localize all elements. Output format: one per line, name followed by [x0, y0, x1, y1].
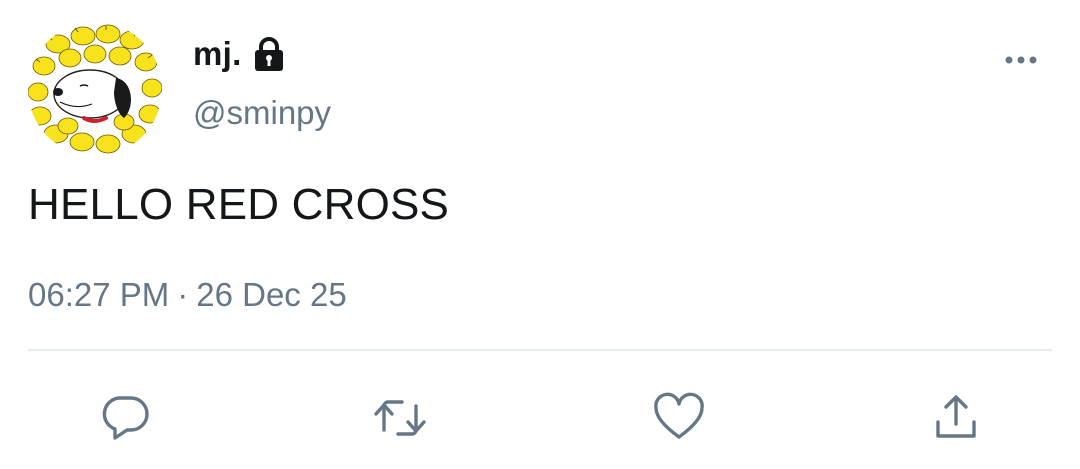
retweet-button[interactable] — [370, 388, 430, 448]
tweet-date: 26 Dec 25 — [196, 276, 347, 313]
reply-button[interactable] — [95, 388, 155, 448]
retweet-icon — [374, 400, 426, 436]
reply-icon — [102, 396, 149, 440]
share-icon — [936, 395, 976, 438]
heart-icon — [654, 392, 704, 439]
divider — [28, 349, 1052, 351]
timestamp-separator: · — [177, 276, 189, 313]
avatar[interactable] — [28, 22, 162, 156]
like-button[interactable] — [649, 388, 709, 448]
tweet-timestamp[interactable]: 06:27 PM · 26 Dec 25 — [28, 276, 347, 314]
display-name[interactable]: mj. — [193, 35, 242, 73]
share-button[interactable] — [926, 388, 986, 448]
tweet-card: mj. @sminpy HELLO RED CROSS 06:27 PM · 2… — [0, 0, 1080, 469]
tweet-time: 06:27 PM — [28, 276, 170, 313]
tweet-text: HELLO RED CROSS — [28, 180, 450, 229]
display-name-row[interactable]: mj. — [193, 34, 286, 74]
more-icon[interactable] — [1003, 52, 1039, 68]
lock-icon — [252, 36, 286, 72]
user-handle[interactable]: @sminpy — [193, 94, 331, 132]
snoopy-avatar-icon — [28, 22, 162, 156]
